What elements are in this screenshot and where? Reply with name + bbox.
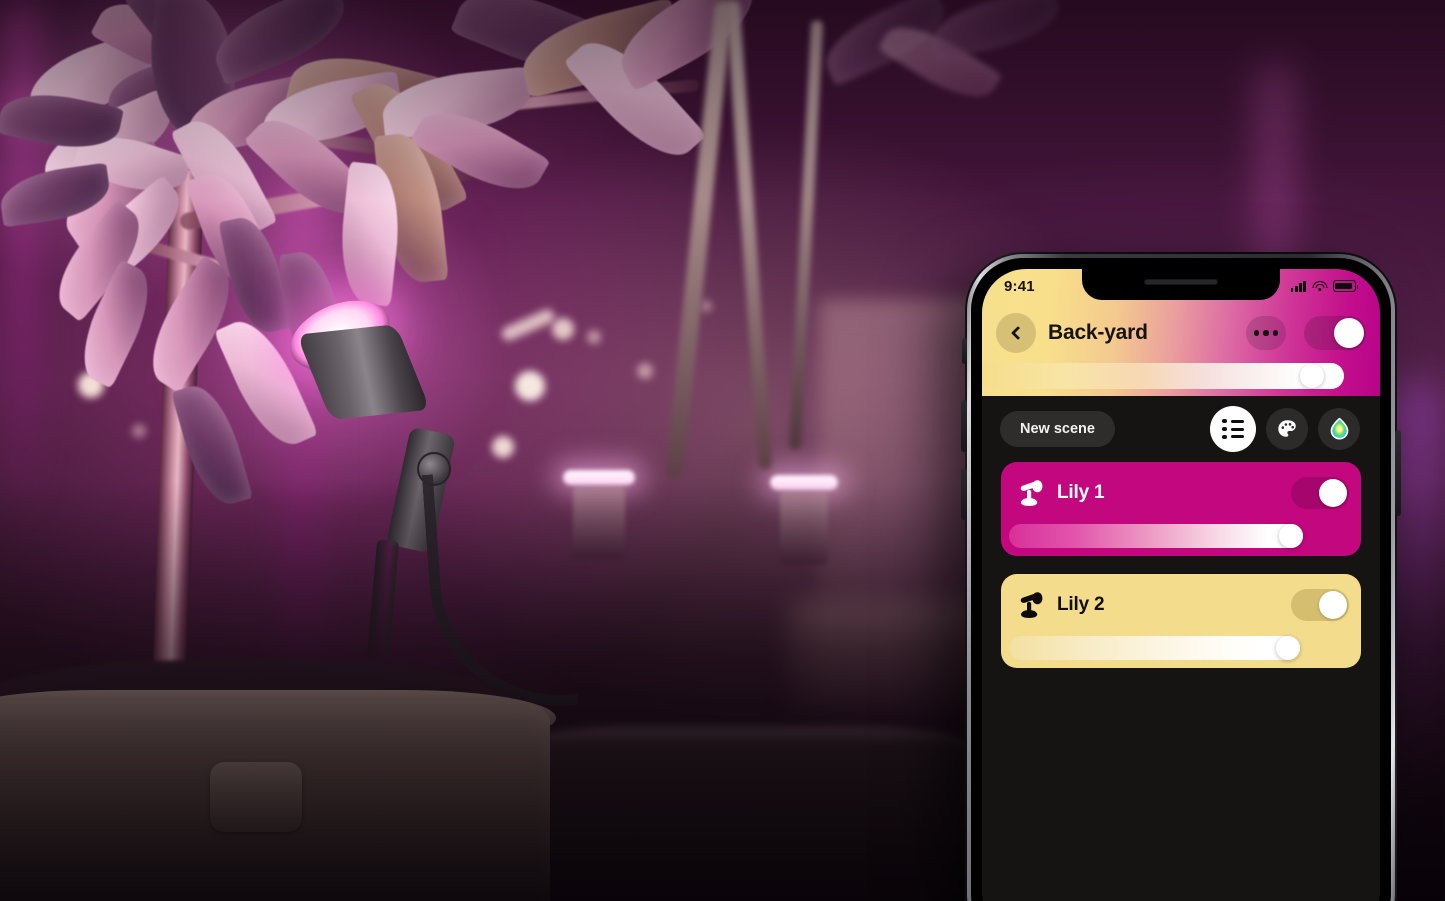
ellipsis-icon: [1253, 330, 1260, 336]
light-card-lily-2[interactable]: Lily 2: [1001, 574, 1361, 668]
light-brightness-slider[interactable]: [1009, 636, 1353, 660]
status-icons: [1290, 280, 1359, 292]
toggle-knob: [1334, 318, 1364, 348]
wifi-icon: [1312, 280, 1327, 292]
hue-app: 9:41 Back-yard New scene Lily 1 Lily 2: [982, 269, 1380, 901]
slider-knob[interactable]: [1279, 524, 1304, 548]
scenes-palette-button[interactable]: [1266, 408, 1308, 450]
outdoor-spotlight-icon: [1020, 480, 1043, 506]
back-button[interactable]: [996, 313, 1036, 353]
bokeh-light: [492, 436, 514, 458]
volume-down-button[interactable]: [961, 468, 967, 520]
toggle-knob: [1319, 591, 1347, 619]
light-card-header: Lily 1: [1001, 462, 1361, 524]
light-brightness-slider[interactable]: [1009, 524, 1353, 548]
chevron-left-icon: [1010, 325, 1026, 341]
silent-switch-button[interactable]: [962, 338, 967, 364]
scene-toolbar: New scene: [982, 396, 1380, 462]
battery-icon: [1333, 280, 1359, 292]
bokeh-streak: [499, 307, 557, 343]
lights-list-button[interactable]: [1210, 406, 1256, 452]
toggle-knob: [1319, 479, 1347, 507]
bokeh-light: [587, 330, 601, 344]
light-card-lily-1[interactable]: Lily 1: [1001, 462, 1361, 556]
ellipsis-icon: [1263, 330, 1269, 336]
bokeh-light: [515, 371, 545, 401]
scene-root: 9:41 Back-yard New scene Lily 1 Lily 2: [0, 0, 1445, 901]
color-drop-icon: [1330, 417, 1348, 440]
ellipsis-icon: [1272, 330, 1279, 336]
volume-up-button[interactable]: [961, 400, 967, 452]
earpiece-speaker-icon: [1144, 279, 1218, 285]
phone-bezel: 9:41 Back-yard New scene Lily 1 Lily 2: [971, 258, 1391, 901]
new-scene-label: New scene: [1020, 421, 1095, 437]
cellular-signal-icon: [1290, 280, 1306, 292]
slider-track: [982, 363, 1344, 389]
page-title: Back-yard: [1048, 321, 1148, 344]
slider-track: [1009, 636, 1300, 660]
power-button[interactable]: [1395, 430, 1401, 516]
paint-palette-icon: [1277, 419, 1296, 437]
slider-track: [1009, 524, 1304, 548]
room-header-row: Back-yard: [982, 303, 1380, 363]
light-card-header: Lily 2: [1001, 574, 1361, 636]
more-options-button[interactable]: [1246, 316, 1286, 350]
room-power-toggle[interactable]: [1304, 316, 1366, 350]
phone-notch: [1082, 269, 1280, 300]
bokeh-light: [700, 300, 712, 312]
vignette-top: [0, 0, 1445, 200]
status-time: 9:41: [1004, 277, 1035, 295]
lights-list: Lily 1 Lily 2: [982, 462, 1380, 668]
light-power-toggle[interactable]: [1291, 477, 1349, 509]
new-scene-button[interactable]: New scene: [1000, 411, 1115, 447]
phone-screen: 9:41 Back-yard New scene Lily 1 Lily 2: [982, 269, 1380, 901]
light-name: Lily 1: [1057, 482, 1105, 503]
color-picker-button[interactable]: [1318, 408, 1360, 450]
room-brightness-slider[interactable]: [982, 363, 1380, 389]
outdoor-spotlight-icon: [1020, 592, 1043, 618]
bokeh-light: [132, 424, 146, 438]
light-power-toggle[interactable]: [1291, 589, 1349, 621]
slider-knob[interactable]: [1275, 636, 1300, 660]
bokeh-light: [637, 363, 653, 379]
bulleted-list-icon: [1222, 418, 1244, 440]
light-name: Lily 2: [1057, 594, 1105, 615]
smartphone-mockup: 9:41 Back-yard New scene Lily 1 Lily 2: [961, 252, 1401, 901]
bokeh-light: [552, 318, 574, 340]
